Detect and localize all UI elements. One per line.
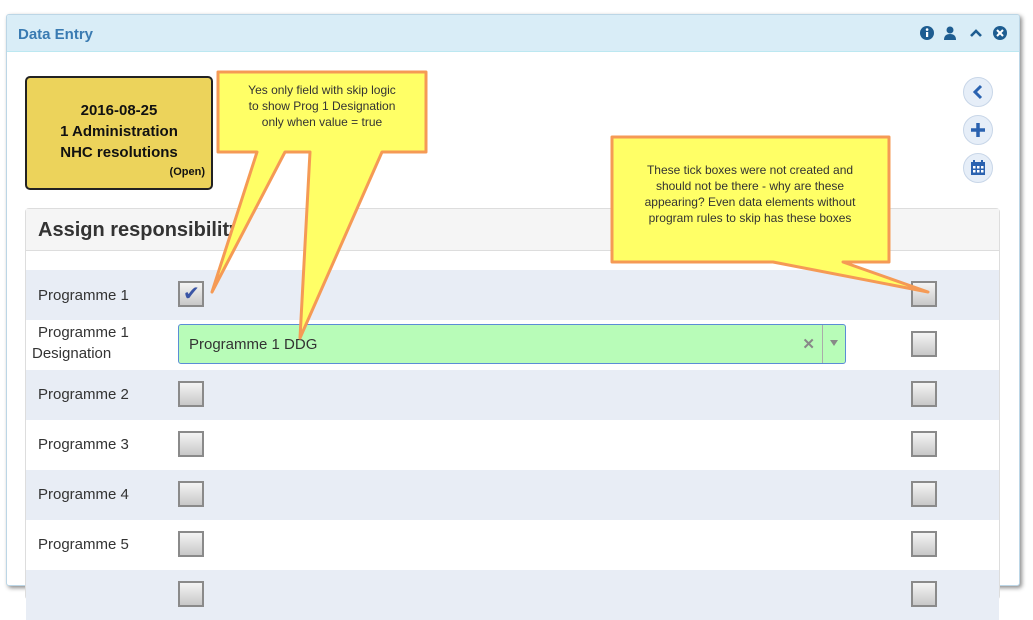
callout-right-line2: should not be there - why are these [655, 179, 845, 193]
callout-right-line4: program rules to skip has these boxes [648, 211, 852, 225]
callout-right-line3: appearing? Even data elements without [644, 195, 856, 209]
callout-right-line1: These tick boxes were not created and [646, 163, 854, 177]
callout-right-text: These tick boxes were not created and sh… [615, 162, 885, 226]
tick-box-callout [610, 135, 930, 294]
